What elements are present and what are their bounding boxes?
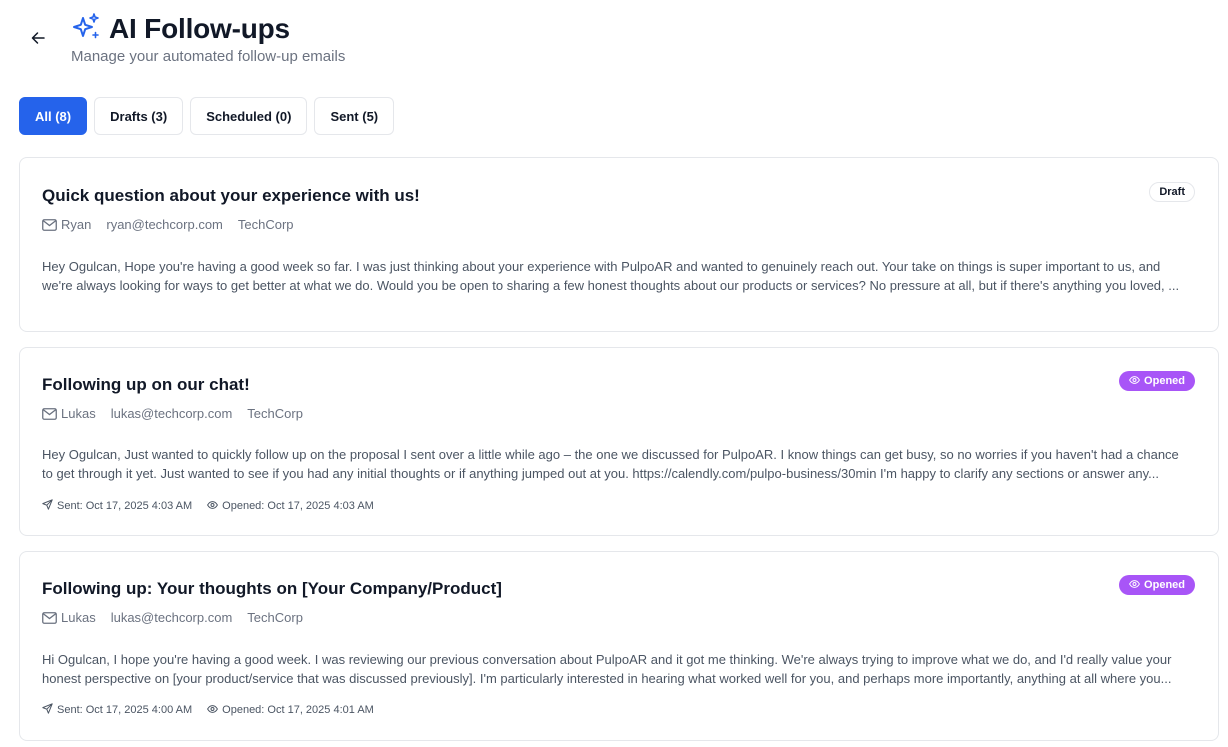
status-label: Opened [1144,579,1185,591]
recipient-email: lukas@techcorp.com [110,406,233,421]
recipient-company: TechCorp [247,406,303,421]
recipient-name: Lukas [61,610,96,625]
recipient-email: ryan@techcorp.com [106,217,223,232]
email-preview: Hey Ogulcan, Just wanted to quickly foll… [42,447,1179,481]
email-timestamps: Sent: Oct 17, 2025 4:03 AM Opened: Oct 1… [42,499,374,513]
tab-drafts[interactable]: Drafts (3) [94,97,184,135]
eye-icon [1129,579,1141,591]
recipient-company: TechCorp [247,610,303,625]
mail-icon [42,218,57,231]
recipient-email: lukas@techcorp.com [110,610,233,625]
eye-icon [207,500,219,512]
recipient-meta: Ryan ryan@techcorp.com TechCorp [42,217,294,232]
page-header: AI Follow-ups [71,10,290,48]
status-label: Opened [1144,375,1185,387]
email-subject: Quick question about your experience wit… [42,186,420,205]
mail-icon [42,407,57,420]
arrow-left-icon [31,31,45,50]
email-preview: Hey Ogulcan, Hope you're having a good w… [42,259,1180,293]
recipient-name: Lukas [61,406,96,421]
recipient-meta: Lukas lukas@techcorp.com TechCorp [42,610,303,625]
sent-timestamp: Sent: Oct 17, 2025 4:00 AM [42,703,192,717]
email-subject: Following up: Your thoughts on [Your Com… [42,579,502,598]
email-timestamps: Sent: Oct 17, 2025 4:00 AM Opened: Oct 1… [42,703,374,717]
status-badge-draft: Draft [1149,182,1195,202]
ai-followups-page: AI Follow-ups Manage your automated foll… [0,0,1228,747]
tab-sent[interactable]: Sent (5) [314,97,395,135]
filter-tabs: All (8) Drafts (3) Scheduled (0) Sent (5… [19,97,395,135]
recipient-meta: Lukas lukas@techcorp.com TechCorp [42,406,303,421]
recipient-name: Ryan [61,217,92,232]
email-card[interactable]: Following up on our chat! Opened Lukas l… [19,347,1219,536]
email-card[interactable]: Following up: Your thoughts on [Your Com… [19,551,1219,741]
opened-timestamp: Opened: Oct 17, 2025 4:03 AM [207,500,374,512]
email-subject: Following up on our chat! [42,375,250,394]
send-icon [42,499,53,513]
eye-icon [207,704,219,716]
page-title: AI Follow-ups [109,13,290,44]
tab-all[interactable]: All (8) [19,97,88,135]
status-badge-opened: Opened [1119,575,1195,595]
eye-icon [1129,375,1141,387]
email-preview: Hi Ogulcan, I hope you're having a good … [42,652,1172,686]
tab-scheduled[interactable]: Scheduled (0) [190,97,308,135]
recipient-company: TechCorp [237,217,294,232]
page-subtitle: Manage your automated follow-up emails [71,48,346,65]
back-button[interactable] [26,28,50,52]
email-card[interactable]: Quick question about your experience wit… [19,157,1219,332]
status-badge-opened: Opened [1119,371,1195,391]
opened-timestamp: Opened: Oct 17, 2025 4:01 AM [207,704,374,716]
sent-timestamp: Sent: Oct 17, 2025 4:03 AM [42,499,192,513]
send-icon [42,703,53,717]
mail-icon [42,611,57,624]
sparkles-icon [71,12,101,47]
